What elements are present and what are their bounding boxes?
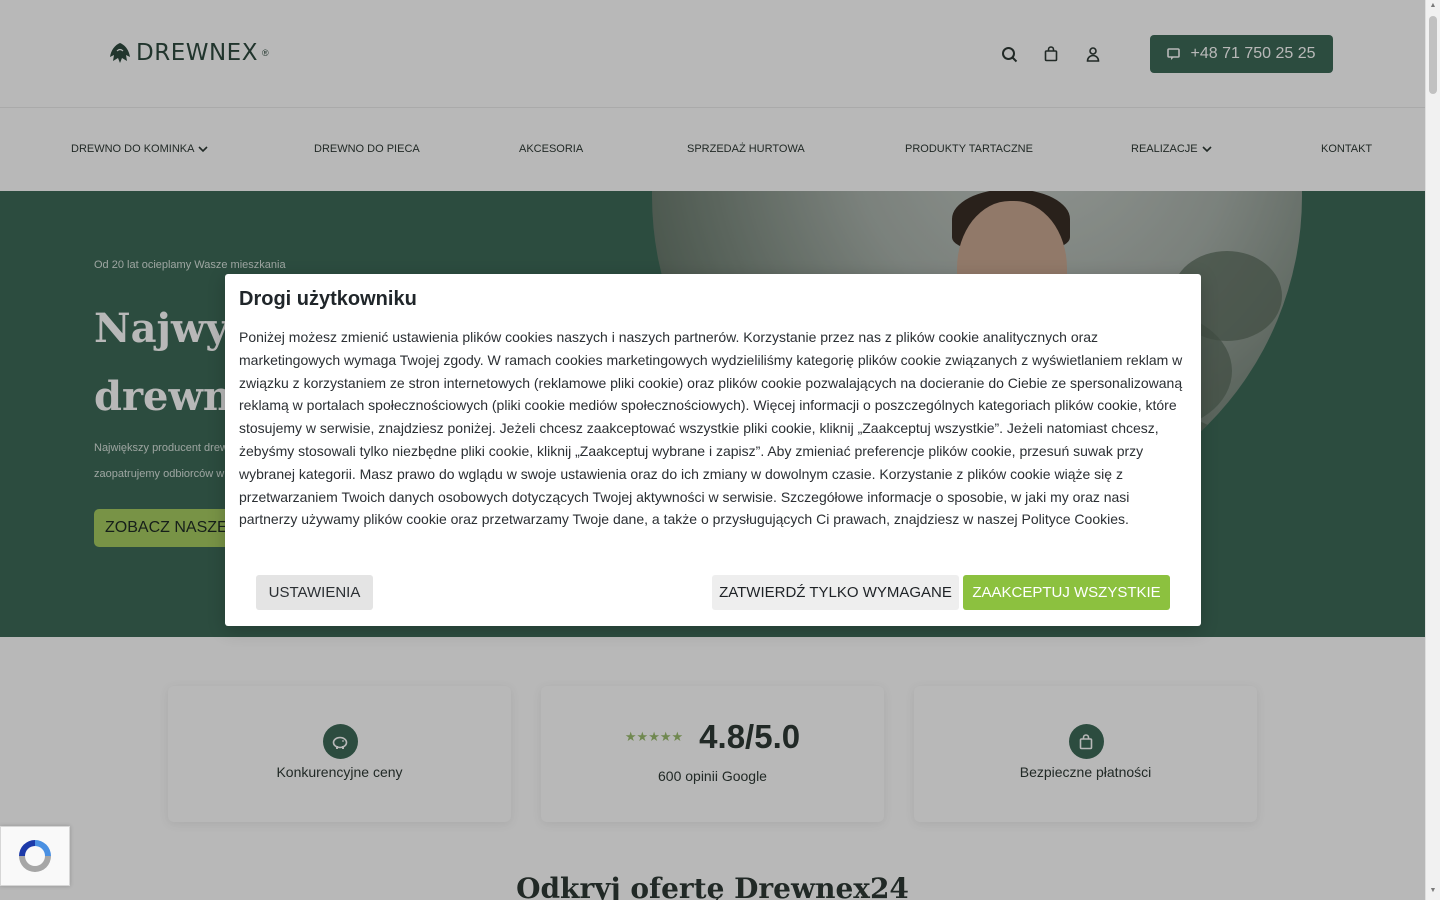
scroll-thumb[interactable]	[1429, 16, 1437, 94]
modal-body-text: Poniżej możesz zmienić ustawienia plików…	[239, 329, 1183, 528]
accept-all-button[interactable]: ZAAKCEPTUJ WSZYSTKIE	[963, 575, 1170, 610]
settings-button[interactable]: USTAWIENIA	[256, 575, 373, 610]
accept-required-button[interactable]: ZATWIERDŹ TYLKO WYMAGANE	[712, 575, 959, 610]
recaptcha-icon	[19, 840, 51, 872]
recaptcha-badge[interactable]	[0, 826, 70, 886]
modal-title: Drogi użytkowniku	[239, 288, 417, 310]
scroll-up-arrow-icon[interactable]: ▲	[1429, 2, 1437, 9]
cookie-consent-modal: Drogi użytkowniku Poniżej możesz zmienić…	[225, 274, 1201, 626]
scroll-down-arrow-icon[interactable]: ▼	[1429, 887, 1437, 894]
page-scrollbar[interactable]: ▲ ▼	[1425, 0, 1440, 900]
